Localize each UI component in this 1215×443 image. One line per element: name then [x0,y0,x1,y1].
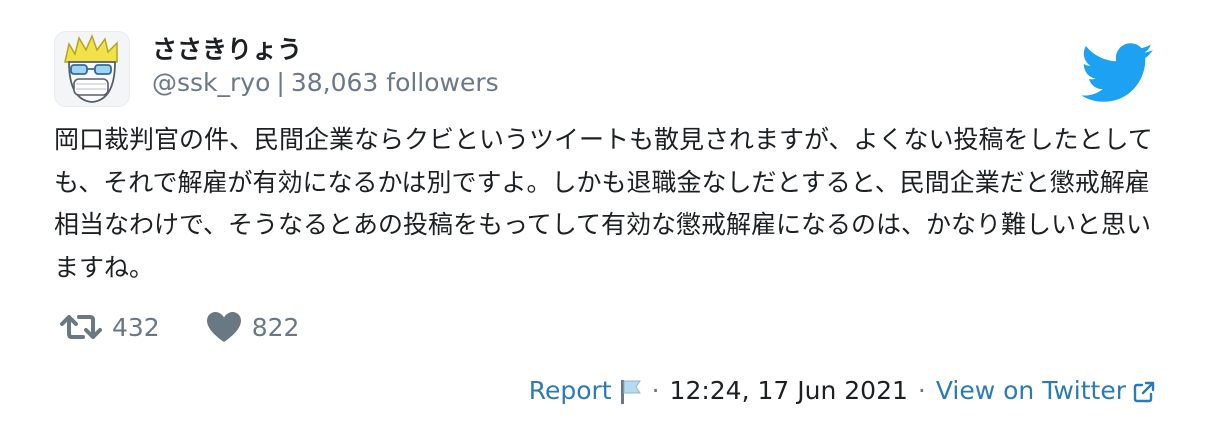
timestamp[interactable]: 12:24, 17 Jun 2021 [670,376,908,405]
footer-separator: · [917,376,926,405]
report-link[interactable]: Report [529,376,642,405]
user-handle[interactable]: @ssk_ryo [152,68,270,97]
tweet-footer: Report · 12:24, 17 Jun 2021 · View on Tw… [529,376,1155,405]
like-count: 822 [251,312,300,342]
followers-count: 38,063 followers [290,68,499,97]
retweet-button[interactable]: 432 [60,312,160,342]
view-on-twitter-link[interactable]: View on Twitter [936,376,1155,405]
avatar[interactable] [54,31,130,107]
flag-icon [620,380,641,404]
report-label: Report [528,376,612,405]
user-meta: @ssk_ryo | 38,063 followers [152,68,499,97]
retweet-count: 432 [112,312,160,342]
view-on-twitter-label: View on Twitter [935,376,1126,405]
footer-separator: · [651,376,660,405]
retweet-icon [60,315,102,339]
twitter-bird-icon[interactable] [1082,43,1154,103]
tweet-text: 岡口裁判官の件、民間企業ならクビというツイートも散見されますが、よくない投稿をし… [54,125,1153,282]
separator: | [276,68,285,97]
display-name[interactable]: ささきりょう [152,30,302,66]
heart-icon [206,312,241,342]
like-button[interactable]: 822 [206,311,300,343]
avatar-cartoon-face [55,32,129,106]
tweet-actions: 432 822 [60,311,299,343]
external-link-icon [1133,381,1155,403]
